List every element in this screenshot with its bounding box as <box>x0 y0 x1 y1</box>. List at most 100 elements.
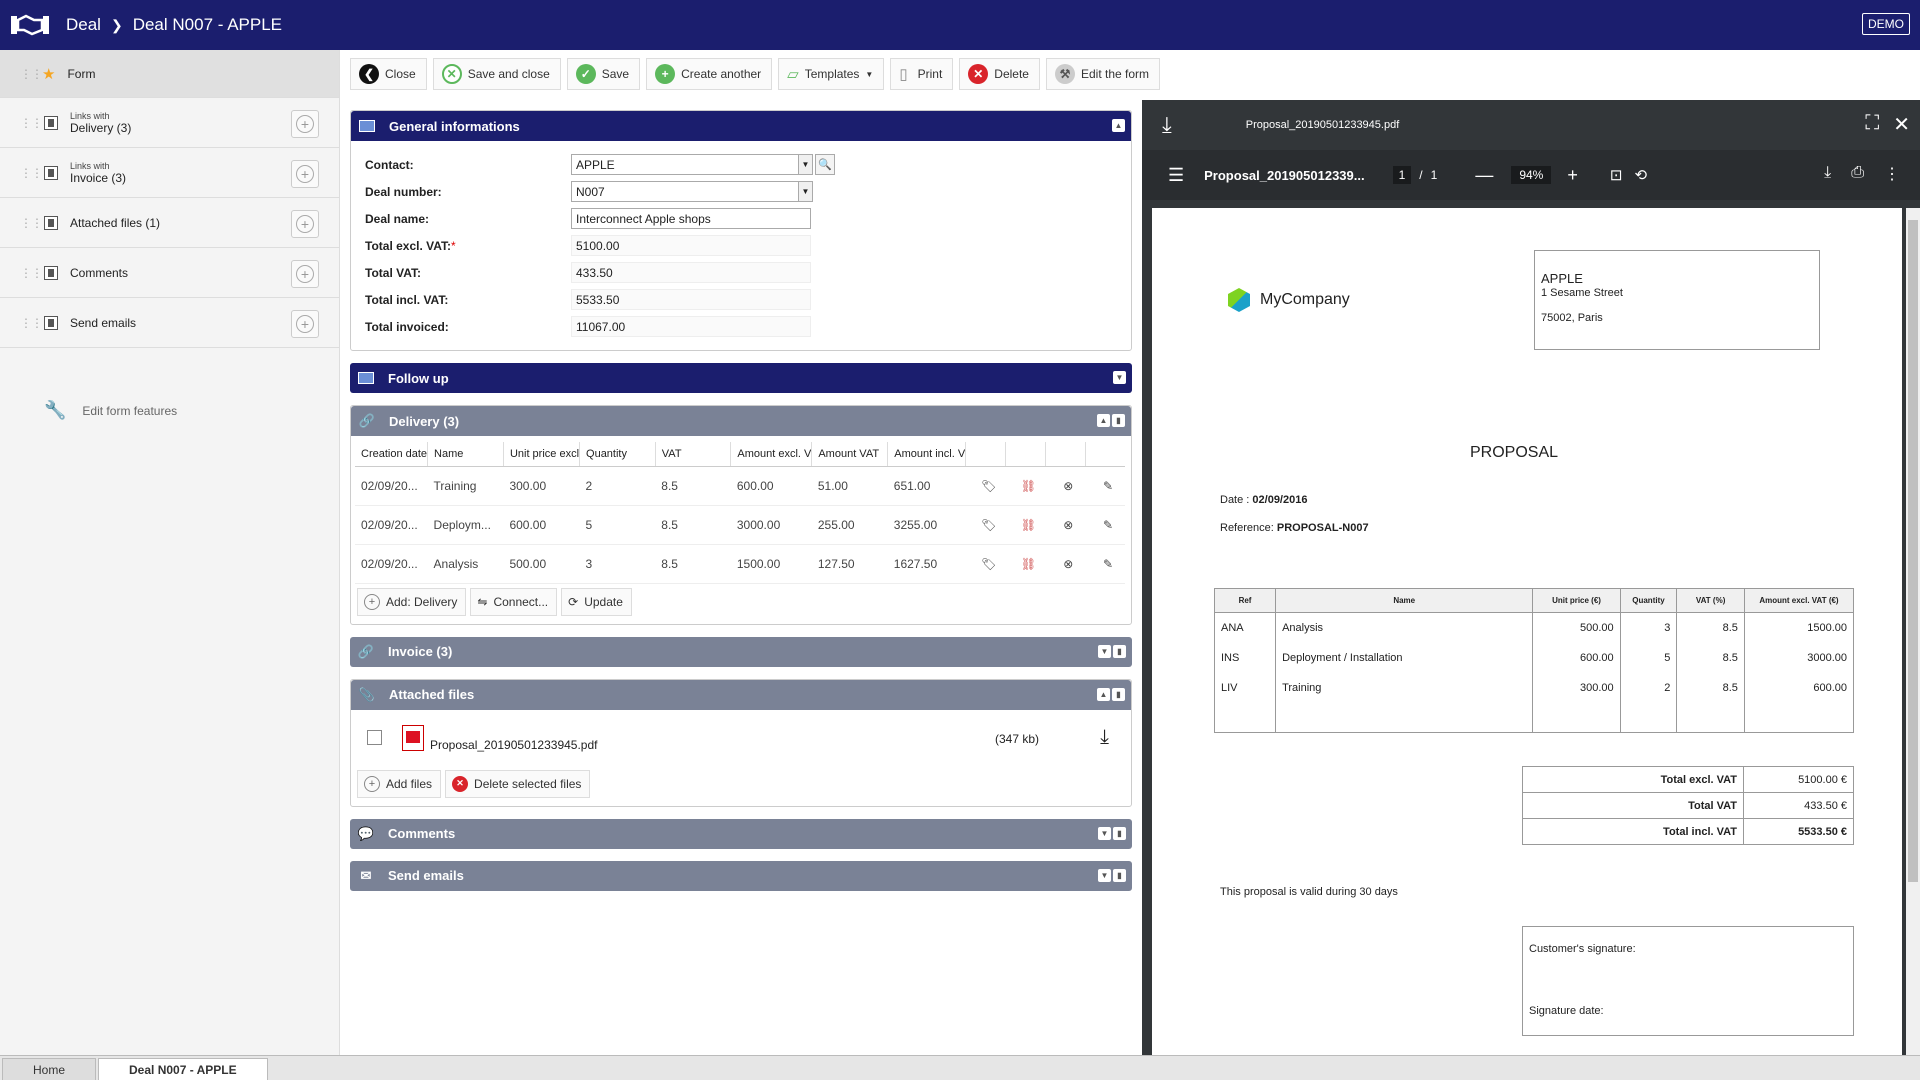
download-icon[interactable]: ⤓ <box>1162 112 1172 138</box>
demo-badge[interactable]: DEMO <box>1862 13 1910 35</box>
close-icon[interactable]: ✕ <box>1893 112 1910 137</box>
sidebar-item-form[interactable]: ⋮⋮ ★ Form <box>0 50 339 98</box>
expand-icon[interactable]: ▼ <box>1098 868 1111 882</box>
more-options-icon[interactable]: ⋮ <box>1884 164 1900 184</box>
deal-name-input[interactable]: Interconnect Apple shops <box>571 208 811 229</box>
add-delivery-button[interactable]: + <box>291 110 319 138</box>
download-icon[interactable]: ⤓ <box>1100 726 1109 749</box>
expand-icon[interactable]: ▼ <box>1098 826 1111 840</box>
table-row[interactable]: 02/09/20... Training 300.00 2 8.5 600.00… <box>355 466 1125 506</box>
remove-icon[interactable]: ⊗ <box>1045 466 1086 506</box>
tag-icon[interactable]: 🏷 <box>965 544 1006 584</box>
zoom-level[interactable]: 94% <box>1511 166 1552 184</box>
connect-button[interactable]: ⇋ Connect... <box>470 587 558 616</box>
delete-button[interactable]: ✕ Delete <box>959 58 1040 90</box>
app-logo-icon[interactable] <box>8 11 52 39</box>
page-input[interactable]: 1 <box>1392 166 1412 184</box>
bookmark-icon[interactable]: ▮ <box>1112 687 1125 701</box>
chevron-down-icon[interactable]: ▼ <box>799 181 813 202</box>
drag-handle-icon[interactable]: ⋮⋮ <box>20 166 43 180</box>
add-invoice-button[interactable]: + <box>291 160 319 188</box>
general-informations-header[interactable]: General informations ▲ <box>351 111 1131 141</box>
sidebar-item-delivery[interactable]: ⋮⋮ Links with Delivery (3) + <box>0 98 339 148</box>
file-name-link[interactable]: Proposal_20190501233945.pdf <box>430 738 597 752</box>
expand-icon[interactable]: ▼ <box>1098 644 1111 658</box>
comments-header[interactable]: 💬 Comments ▼ ▮ <box>350 818 1132 849</box>
add-attached-file-button[interactable]: + <box>291 210 319 238</box>
scrollbar-thumb[interactable] <box>1908 220 1918 882</box>
add-comment-button[interactable]: + <box>291 260 319 288</box>
add-email-button[interactable]: + <box>291 310 319 338</box>
create-another-button[interactable]: + Create another <box>646 58 773 90</box>
remove-icon[interactable]: ⊗ <box>1045 544 1086 584</box>
drag-handle-icon[interactable]: ⋮⋮ <box>20 216 43 230</box>
add-delivery-button[interactable]: + Add: Delivery <box>357 587 467 616</box>
tab-home[interactable]: Home <box>2 1058 97 1080</box>
column-header[interactable]: VAT <box>655 442 732 467</box>
table-row[interactable]: 02/09/20... Analysis 500.00 3 8.5 1500.0… <box>355 544 1125 584</box>
templates-button[interactable]: ▱ Templates ▼ <box>778 58 885 90</box>
print-icon[interactable]: ⎙ <box>1851 164 1864 184</box>
unlink-icon[interactable]: ⛓ <box>1005 466 1046 506</box>
column-header[interactable]: Creation date <box>355 442 429 467</box>
pencil-icon[interactable]: ✎ <box>1085 544 1125 584</box>
search-icon[interactable]: 🔍 <box>815 154 835 175</box>
sidebar-item-attached-files[interactable]: ⋮⋮ Attached files (1) + <box>0 198 339 248</box>
drag-handle-icon[interactable]: ⋮⋮ <box>20 266 43 280</box>
bookmark-icon[interactable]: ▮ <box>1112 414 1125 427</box>
column-header[interactable]: Amount incl. V <box>887 442 967 467</box>
tag-icon[interactable]: 🏷 <box>965 466 1006 506</box>
zoom-in-icon[interactable]: + <box>1567 165 1578 186</box>
breadcrumb-root[interactable]: Deal <box>66 15 101 35</box>
fullscreen-icon[interactable]: ⛶ <box>1865 112 1879 137</box>
print-button[interactable]: ▯ Print <box>890 58 954 90</box>
collapse-icon[interactable]: ▲ <box>1112 119 1125 132</box>
contact-select[interactable]: APPLE <box>571 154 799 175</box>
delete-selected-files-button[interactable]: ✕ Delete selected files <box>445 769 591 798</box>
file-checkbox[interactable] <box>367 730 382 745</box>
delivery-header[interactable]: 🔗 Delivery (3) ▲ ▮ <box>351 406 1131 436</box>
save-button[interactable]: ✓ Save <box>566 58 641 90</box>
edit-the-form-button[interactable]: ⚒ Edit the form <box>1045 58 1161 90</box>
send-emails-header[interactable]: ✉ Send emails ▼ ▮ <box>350 860 1132 891</box>
follow-up-header[interactable]: Follow up ▼ <box>350 363 1132 393</box>
add-files-button[interactable]: + Add files <box>357 769 442 798</box>
bookmark-icon[interactable]: ▮ <box>1113 868 1126 882</box>
bookmark-icon[interactable]: ▮ <box>1113 644 1126 658</box>
attached-files-header[interactable]: 📎 Attached files ▲ ▮ <box>351 679 1131 710</box>
sidebar-item-send-emails[interactable]: ⋮⋮ Send emails + <box>0 298 339 348</box>
close-button[interactable]: ❮ Close <box>350 58 427 90</box>
drag-handle-icon[interactable]: ⋮⋮ <box>20 316 43 330</box>
rotate-icon[interactable]: ⟲ <box>1634 166 1647 184</box>
viewer-scrollbar[interactable] <box>1906 208 1920 1055</box>
column-header[interactable]: Quantity <box>579 442 656 467</box>
column-header[interactable]: Name <box>427 442 504 467</box>
pencil-icon[interactable]: ✎ <box>1085 466 1125 506</box>
deal-number-select[interactable]: N007 <box>571 181 799 202</box>
column-header[interactable]: Amount excl. V <box>730 442 813 467</box>
edit-form-features-link[interactable]: 🔧 Edit form features <box>44 400 177 421</box>
sidebar-item-comments[interactable]: ⋮⋮ Comments + <box>0 248 339 298</box>
drag-handle-icon[interactable]: ⋮⋮ <box>20 67 43 81</box>
collapse-icon[interactable]: ▲ <box>1097 414 1110 427</box>
column-header[interactable]: Unit price excl <box>503 442 581 467</box>
collapse-icon[interactable]: ▲ <box>1097 687 1110 701</box>
bookmark-icon[interactable]: ▮ <box>1113 826 1126 840</box>
remove-icon[interactable]: ⊗ <box>1045 505 1086 545</box>
fit-page-icon[interactable]: ⊡ <box>1610 166 1623 184</box>
hamburger-menu-icon[interactable]: ☰ <box>1168 165 1184 186</box>
unlink-icon[interactable]: ⛓ <box>1005 505 1046 545</box>
tag-icon[interactable]: 🏷 <box>965 505 1006 545</box>
table-row[interactable]: 02/09/20... Deploym... 600.00 5 8.5 3000… <box>355 505 1125 545</box>
update-button[interactable]: ⟳ Update <box>561 587 632 616</box>
invoice-header[interactable]: 🔗 Invoice (3) ▼ ▮ <box>350 636 1132 667</box>
sidebar-item-invoice[interactable]: ⋮⋮ Links with Invoice (3) + <box>0 148 339 198</box>
expand-icon[interactable]: ▼ <box>1113 371 1126 384</box>
pencil-icon[interactable]: ✎ <box>1085 505 1125 545</box>
tab-deal-n007[interactable]: Deal N007 - APPLE <box>98 1058 268 1080</box>
save-and-close-button[interactable]: ✕ Save and close <box>432 58 561 90</box>
unlink-icon[interactable]: ⛓ <box>1005 544 1046 584</box>
drag-handle-icon[interactable]: ⋮⋮ <box>20 116 43 130</box>
download-icon[interactable]: ⤓ <box>1824 164 1831 184</box>
caret-down-icon[interactable]: ▼ <box>865 70 873 79</box>
